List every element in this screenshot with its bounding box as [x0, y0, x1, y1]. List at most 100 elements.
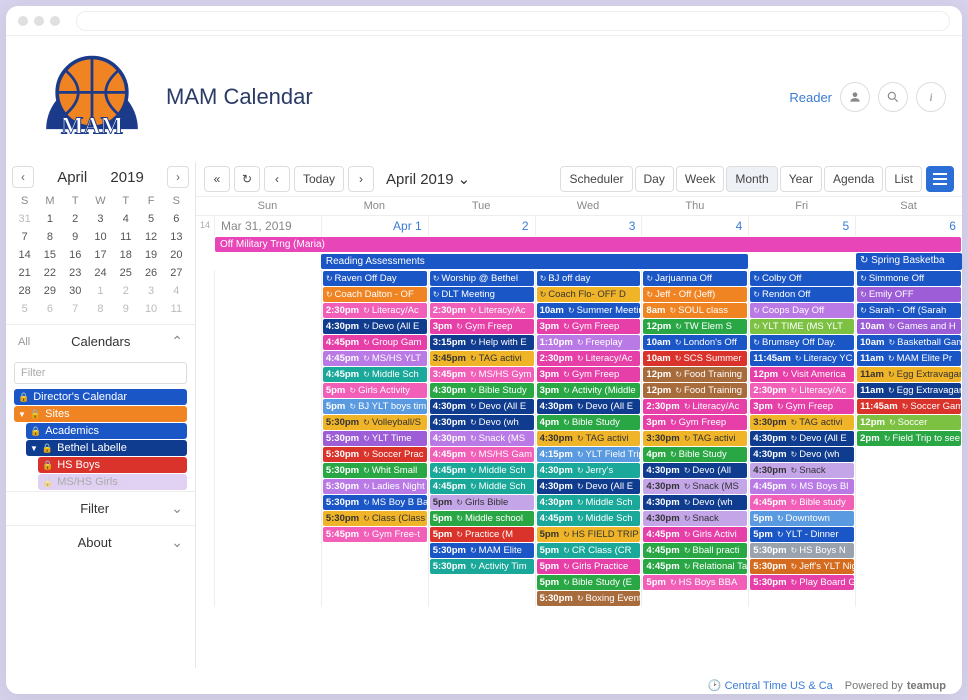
event[interactable]: 3:15pm↻ Help with E: [430, 335, 534, 350]
calendar-filter-input[interactable]: Filter: [14, 362, 187, 384]
event[interactable]: 11am↻ MAM Elite Pr: [857, 351, 961, 366]
mini-day[interactable]: 15: [37, 246, 62, 264]
event[interactable]: 5:30pm↻ Volleyball/S: [323, 415, 427, 430]
event[interactable]: 4:45pm↻ Middle Sch: [430, 479, 534, 494]
mini-day[interactable]: 19: [138, 246, 163, 264]
event[interactable]: 11am↻ Egg Extravagan: [857, 383, 961, 398]
event[interactable]: 4:30pm↻ Devo (wh: [750, 447, 854, 462]
event[interactable]: 4:30pm↻ Middle Sch: [537, 495, 641, 510]
event[interactable]: 3pm↻ Activity (Middle: [537, 383, 641, 398]
event[interactable]: ↻ Coops Day Off: [750, 303, 854, 318]
view-day[interactable]: Day: [635, 166, 674, 192]
event[interactable]: 3:45pm↻ TAG activi: [430, 351, 534, 366]
event[interactable]: 12pm↻ Food Training: [643, 383, 747, 398]
allday-event[interactable]: Off Military Trng (Maria): [215, 237, 961, 252]
mini-day[interactable]: 13: [164, 228, 189, 246]
day-column-mon[interactable]: ↻ Raven Off Day↻ Coach Dalton - OF2:30pm…: [321, 270, 428, 607]
event[interactable]: 3pm↻ Gym Freep: [750, 399, 854, 414]
mini-day[interactable]: 5: [138, 210, 163, 228]
event[interactable]: ↻ Jarjuanna Off: [643, 271, 747, 286]
mini-day[interactable]: 7: [12, 228, 37, 246]
date-cell[interactable]: 2: [428, 216, 535, 236]
next-button[interactable]: ›: [348, 166, 374, 192]
allday-event[interactable]: ↻ Spring Basketba: [856, 253, 962, 270]
mini-day[interactable]: 1: [37, 210, 62, 228]
event[interactable]: 2pm↻ Field Trip to see: [857, 431, 961, 446]
event[interactable]: 12pm↻ Soccer: [857, 415, 961, 430]
view-year[interactable]: Year: [780, 166, 822, 192]
mini-day[interactable]: 28: [12, 282, 37, 300]
event[interactable]: ↻ Emily OFF: [857, 287, 961, 302]
event[interactable]: 4:30pm↻ Devo (All E: [537, 399, 641, 414]
mini-day[interactable]: 25: [113, 264, 138, 282]
event[interactable]: 3:45pm↻ MS/HS Gym: [430, 367, 534, 382]
date-cell[interactable]: Apr 1: [321, 216, 428, 236]
event[interactable]: 4pm↻ Bible Study: [643, 447, 747, 462]
mini-next-button[interactable]: ›: [167, 166, 189, 188]
about-section[interactable]: About⌄: [6, 525, 195, 559]
mini-day[interactable]: 6: [164, 210, 189, 228]
timezone-link[interactable]: Central Time US & Ca: [725, 680, 833, 692]
event[interactable]: 5pm↻ YLT - Dinner: [750, 527, 854, 542]
search-icon[interactable]: [878, 82, 908, 112]
day-column-fri[interactable]: ↻ Colby Off↻ Rendon Off↻ Coops Day Off↻ …: [748, 270, 855, 607]
event[interactable]: 1:10pm↻ Freeplay: [537, 335, 641, 350]
event[interactable]: 4:45pm↻ MS/HS Gam: [430, 447, 534, 462]
mini-day[interactable]: 21: [12, 264, 37, 282]
event[interactable]: 5:30pm↻ Boxing Event: [537, 591, 641, 606]
day-column-sun[interactable]: [214, 270, 321, 607]
event[interactable]: 12pm↻ TW Elem S: [643, 319, 747, 334]
event[interactable]: 4:30pm↻ Snack: [750, 463, 854, 478]
date-cell[interactable]: 4: [641, 216, 748, 236]
event[interactable]: ↻ Brumsey Off Day.: [750, 335, 854, 350]
event[interactable]: 5:30pm↻ Jeff's YLT Nig: [750, 559, 854, 574]
event[interactable]: ↻ Sarah - Off (Sarah: [857, 303, 961, 318]
event[interactable]: 5pm↻ Girls Bible: [430, 495, 534, 510]
event[interactable]: 5pm↻ Girls Practice: [537, 559, 641, 574]
event[interactable]: 3:30pm↻ TAG activi: [750, 415, 854, 430]
day-column-thu[interactable]: ↻ Jarjuanna Off↻ Jeff - Off (Jeff)8am↻ S…: [641, 270, 748, 607]
event[interactable]: 3pm↻ Gym Freep: [643, 415, 747, 430]
event[interactable]: 5:30pm↻ MS Boy B Bal: [323, 495, 427, 510]
calendar-item[interactable]: 🔒Director's Calendar: [14, 389, 187, 405]
event[interactable]: 4:30pm↻ Devo (All E: [323, 319, 427, 334]
event[interactable]: 4:30pm↻ Devo (All E: [430, 399, 534, 414]
event[interactable]: 4:30pm↻ Devo (All E: [750, 431, 854, 446]
event[interactable]: 5pm↻ Downtown: [750, 511, 854, 526]
view-list[interactable]: List: [885, 166, 922, 192]
event[interactable]: 3:30pm↻ TAG activi: [643, 431, 747, 446]
event[interactable]: 2:30pm↻ Literacy/Ac: [643, 399, 747, 414]
calendar-item[interactable]: ▼🔒Sites: [14, 406, 187, 422]
event[interactable]: 4:30pm↻ Devo (All E: [537, 479, 641, 494]
mini-day[interactable]: 11: [164, 300, 189, 318]
date-cell[interactable]: 3: [535, 216, 642, 236]
calendar-item[interactable]: 🔒HS Boys: [38, 457, 187, 473]
event[interactable]: ↻ YLT TIME (MS YLT: [750, 319, 854, 334]
event[interactable]: 4:45pm↻ Middle Sch: [430, 463, 534, 478]
event[interactable]: 5:30pm↻ Class (Class: [323, 511, 427, 526]
event[interactable]: ↻ Coach Dalton - OF: [323, 287, 427, 302]
mini-day[interactable]: 6: [37, 300, 62, 318]
event[interactable]: 4:30pm↻ TAG activi: [537, 431, 641, 446]
event[interactable]: 4:45pm↻ Group Gam: [323, 335, 427, 350]
mini-day[interactable]: 11: [113, 228, 138, 246]
calendars-section[interactable]: All Calendars ⌃: [6, 324, 195, 358]
mini-day[interactable]: 30: [63, 282, 88, 300]
event[interactable]: 4:30pm↻ Devo (All: [643, 463, 747, 478]
event[interactable]: 5pm↻ Bible Study (E: [537, 575, 641, 590]
event[interactable]: ↻ Jeff - Off (Jeff): [643, 287, 747, 302]
event[interactable]: 10am↻ Summer Meetin: [537, 303, 641, 318]
mini-day[interactable]: 2: [113, 282, 138, 300]
mini-day[interactable]: 16: [63, 246, 88, 264]
view-month[interactable]: Month: [726, 166, 777, 192]
mini-day[interactable]: 8: [88, 300, 113, 318]
filter-section[interactable]: Filter⌄: [6, 491, 195, 525]
date-cell[interactable]: 6: [855, 216, 962, 236]
date-cell[interactable]: Mar 31, 2019: [214, 216, 321, 236]
mini-day[interactable]: 1: [88, 282, 113, 300]
mini-day[interactable]: 26: [138, 264, 163, 282]
event[interactable]: 4:30pm↻ Snack (MS: [643, 479, 747, 494]
event[interactable]: 5:30pm↻ Play Board Ga: [750, 575, 854, 590]
event[interactable]: 4:45pm↻ Bible study: [750, 495, 854, 510]
event[interactable]: 4:30pm↻ Snack (MS: [430, 431, 534, 446]
